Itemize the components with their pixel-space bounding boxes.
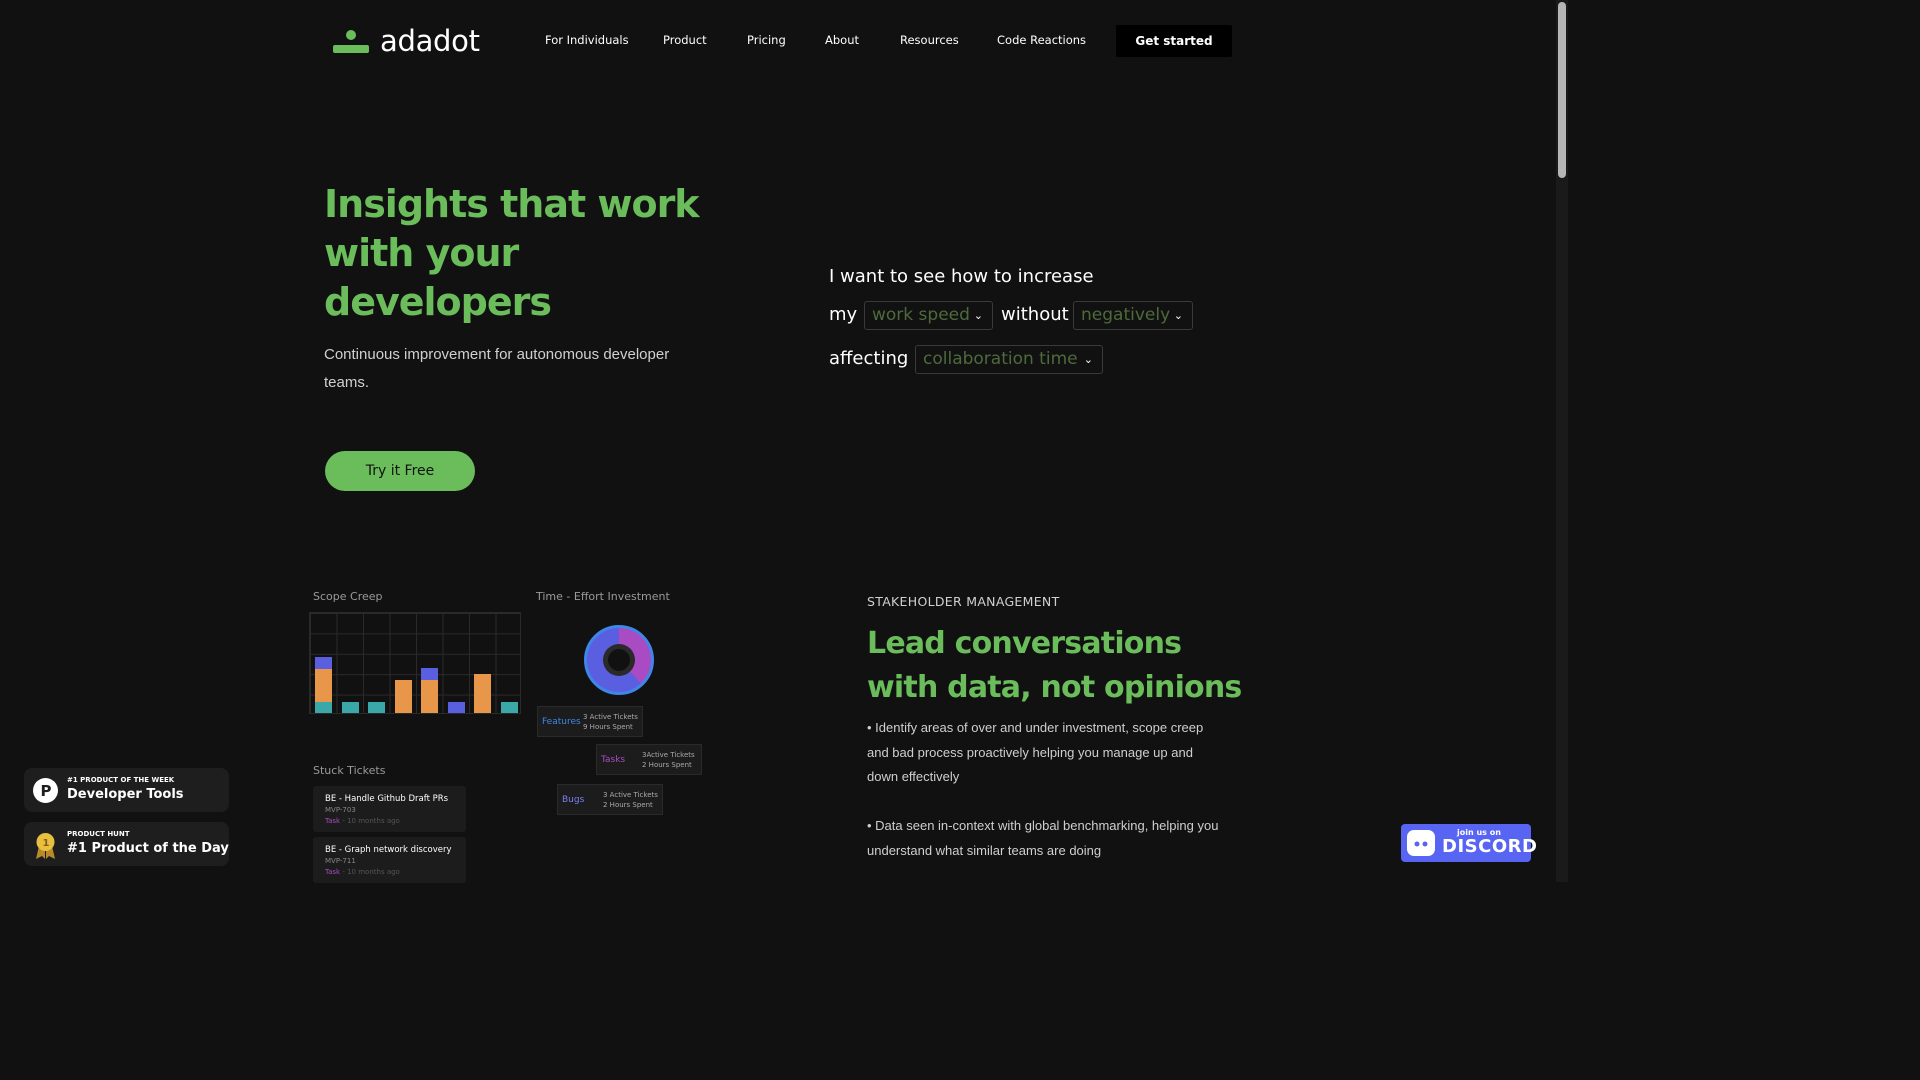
ticket-meta: Task - 10 months ago bbox=[325, 868, 400, 876]
nav-product[interactable]: Product bbox=[663, 33, 707, 47]
chart-bar bbox=[368, 702, 385, 713]
logo-text: adadot bbox=[380, 24, 480, 58]
card-name: Tasks bbox=[601, 755, 626, 765]
discord-button[interactable]: join us on DISCORD bbox=[1401, 824, 1537, 862]
nav-resources[interactable]: Resources bbox=[900, 33, 959, 47]
ticket-meta: Task - 10 months ago bbox=[325, 817, 400, 825]
stuck-ticket-card: BE - Handle Github Draft PRs MVP-703 Tas… bbox=[313, 786, 466, 832]
chart-bar bbox=[315, 669, 332, 702]
area-value: collaboration time bbox=[923, 349, 1078, 369]
scope-creep-label: Scope Creep bbox=[313, 590, 383, 603]
logo[interactable]: adadot bbox=[333, 26, 480, 56]
nav-code-reactions[interactable]: Code Reactions bbox=[997, 33, 1086, 47]
bullet-text: • Identify areas of over and under inves… bbox=[867, 720, 1204, 784]
ticket-title: BE - Handle Github Draft PRs bbox=[325, 794, 449, 804]
scope-creep-chart bbox=[309, 612, 521, 714]
chart-bar bbox=[421, 680, 438, 713]
chevron-down-icon: ⌄ bbox=[973, 309, 983, 322]
hero-subtitle: Continuous improvement for autonomous de… bbox=[324, 346, 670, 391]
discord-icon bbox=[1407, 830, 1435, 856]
chart-bar bbox=[342, 702, 359, 713]
card-name: Bugs bbox=[562, 795, 585, 805]
svg-text:1: 1 bbox=[43, 838, 50, 849]
configurator-my: my bbox=[829, 304, 858, 325]
chevron-down-icon: ⌄ bbox=[1083, 353, 1093, 366]
bullet-text: • Data seen in-context with global bench… bbox=[867, 818, 1219, 858]
configurator-intro: I want to see how to increase bbox=[829, 266, 1094, 287]
section-title: Lead conversations with data, not opinio… bbox=[867, 626, 1242, 705]
product-of-week-badge[interactable]: P #1 PRODUCT OF THE WEEK Developer Tools bbox=[24, 768, 229, 812]
effort-card-tasks: Tasks 3Active Tickets 2 Hours Spent bbox=[596, 744, 702, 775]
nav-for-individuals[interactable]: For Individuals bbox=[545, 33, 629, 47]
impact-select[interactable]: negatively ⌄ bbox=[1073, 301, 1193, 330]
badge-caption: PRODUCT HUNT bbox=[67, 830, 130, 838]
chart-bar bbox=[501, 702, 518, 713]
chart-bar bbox=[421, 668, 438, 680]
chart-bar bbox=[395, 680, 412, 713]
try-it-free-button[interactable]: Try it Free bbox=[325, 451, 475, 491]
medal-icon: 1 bbox=[33, 832, 58, 859]
chart-bar bbox=[315, 702, 332, 713]
hero-title: Insights that work with your developers bbox=[324, 182, 700, 324]
product-of-day-badge[interactable]: 1 PRODUCT HUNT #1 Product of the Day bbox=[24, 822, 229, 866]
nav-about[interactable]: About bbox=[825, 33, 859, 47]
ticket-id: MVP-711 bbox=[325, 857, 356, 865]
ticket-id: MVP-703 bbox=[325, 806, 356, 814]
card-info: 3 Active Tickets 2 Hours Spent bbox=[603, 791, 658, 809]
chart-bar bbox=[315, 657, 332, 669]
impact-value: negatively bbox=[1081, 305, 1171, 325]
badge-title: #1 Product of the Day bbox=[67, 841, 229, 856]
chart-bar bbox=[448, 702, 465, 713]
card-info: 3Active Tickets 2 Hours Spent bbox=[642, 751, 695, 769]
configurator-affecting: affecting bbox=[829, 348, 909, 369]
chevron-down-icon: ⌄ bbox=[1173, 309, 1183, 322]
badge-title: Developer Tools bbox=[67, 787, 184, 802]
effort-card-features: Features 3 Active Tickets 9 Hours Spent bbox=[537, 706, 643, 737]
metric-value: work speed bbox=[872, 305, 970, 325]
section-eyebrow: STAKEHOLDER MANAGEMENT bbox=[867, 594, 1060, 609]
metric-select[interactable]: work speed ⌄ bbox=[864, 301, 993, 330]
configurator-without: without bbox=[1001, 304, 1069, 325]
ticket-title: BE - Graph network discovery bbox=[325, 845, 452, 855]
chart-bar bbox=[474, 674, 491, 713]
producthunt-p-icon: P bbox=[33, 778, 58, 803]
get-started-button[interactable]: Get started bbox=[1116, 25, 1232, 57]
area-select[interactable]: collaboration time ⌄ bbox=[915, 345, 1103, 374]
effort-label: Time - Effort Investment bbox=[536, 590, 670, 603]
logo-person-icon bbox=[333, 28, 369, 56]
card-info: 3 Active Tickets 9 Hours Spent bbox=[583, 713, 638, 731]
stuck-ticket-card: BE - Graph network discovery MVP-711 Tas… bbox=[313, 837, 466, 883]
nav-pricing[interactable]: Pricing bbox=[747, 33, 786, 47]
card-name: Features bbox=[542, 717, 581, 727]
scrollbar-thumb[interactable] bbox=[1558, 2, 1566, 178]
effort-card-bugs: Bugs 3 Active Tickets 2 Hours Spent bbox=[557, 784, 663, 815]
svg-text:P: P bbox=[41, 782, 52, 800]
page-scrollbar[interactable] bbox=[1556, 0, 1568, 882]
badge-caption: #1 PRODUCT OF THE WEEK bbox=[67, 776, 175, 784]
effort-donut-chart bbox=[584, 625, 654, 695]
stuck-tickets-label: Stuck Tickets bbox=[313, 764, 386, 777]
discord-wordmark: DISCORD bbox=[1442, 836, 1538, 857]
